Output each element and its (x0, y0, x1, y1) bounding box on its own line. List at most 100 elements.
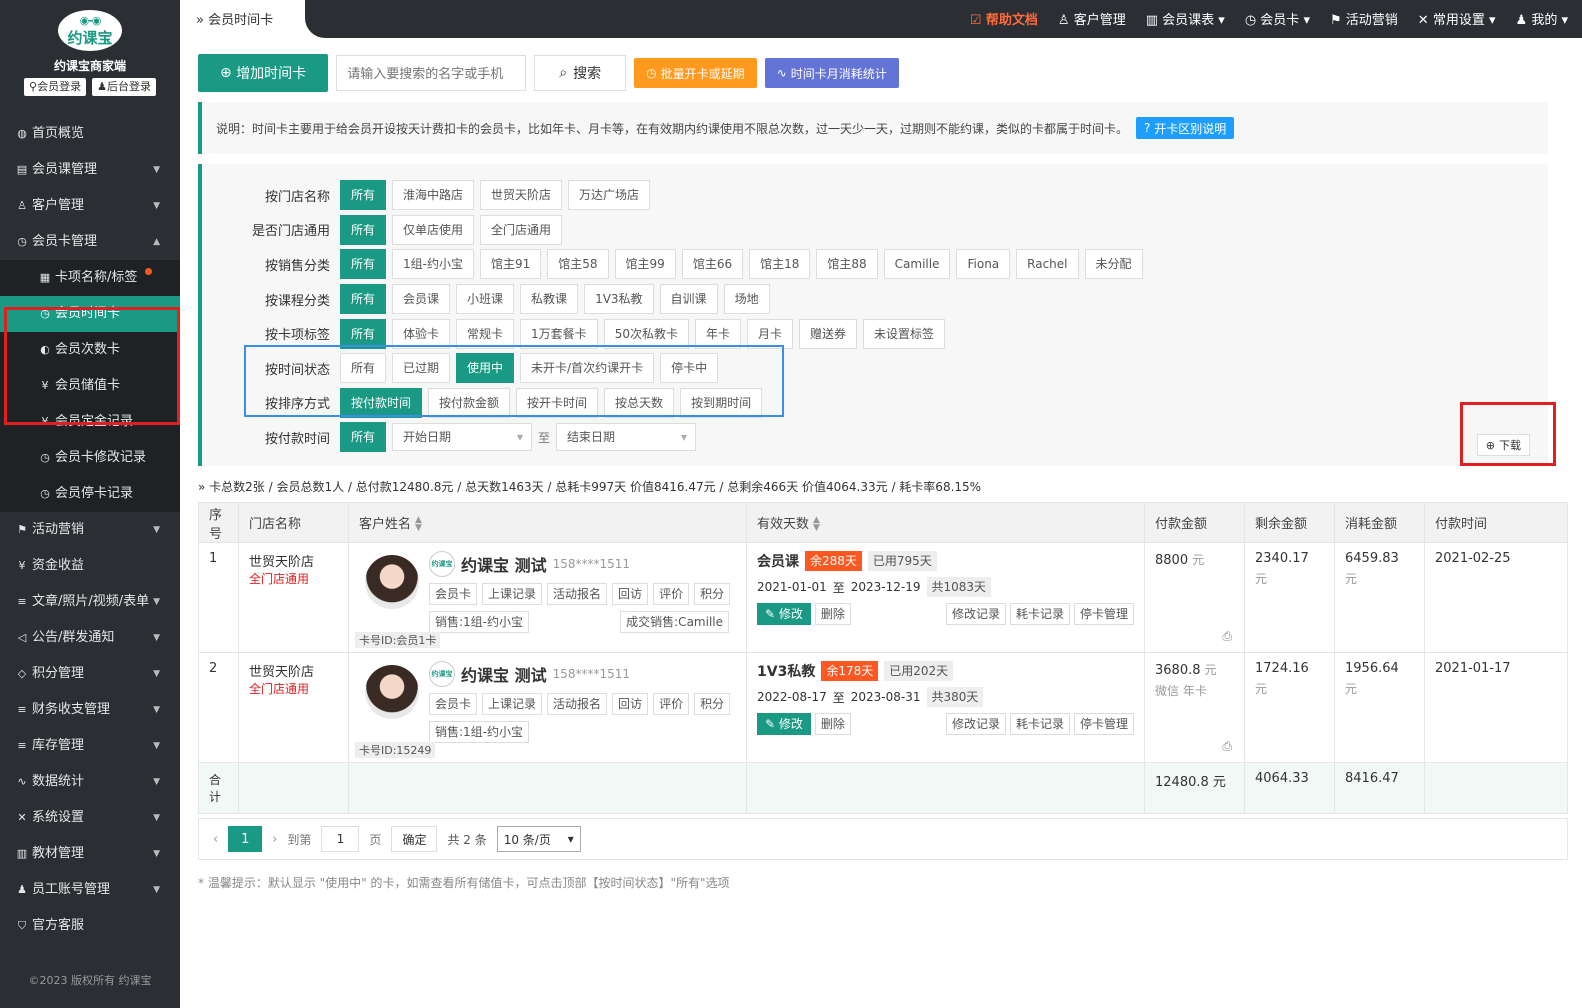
filter-chip[interactable]: 未分配 (1084, 249, 1143, 280)
sidebar-item-notices[interactable]: ◁ 公告/群发通知 ▼ (0, 620, 180, 656)
monthly-stats-button[interactable]: ∿ 时间卡月消耗统计 (764, 58, 899, 88)
sidebar-item-inventory[interactable]: ≡ 库存管理 ▼ (0, 728, 180, 764)
filter-chip[interactable]: 停卡中 (660, 353, 719, 384)
filter-chip[interactable]: 1V3私教 (584, 284, 654, 315)
sidebar-item-funds[interactable]: ¥ 资金收益 (0, 548, 180, 584)
end-date-select[interactable]: 结束日期 (556, 423, 697, 452)
filter-chip[interactable]: 赠送券 (799, 318, 858, 349)
add-time-card-button[interactable]: ⊕ 增加时间卡 (198, 54, 329, 92)
filter-chip[interactable]: 未开卡/首次约课开卡 (520, 353, 655, 384)
filter-chip[interactable]: 万达广场店 (568, 180, 651, 211)
filter-chip[interactable]: 淮海中路店 (392, 180, 475, 211)
sidebar-item-stats[interactable]: ∿ 数据统计 ▼ (0, 764, 180, 800)
member-login-button[interactable]: ⚲会员登录 (24, 78, 87, 96)
visit-link[interactable]: 回访 (612, 583, 649, 605)
filter-chip[interactable]: 会员课 (392, 284, 451, 315)
batch-open-button[interactable]: ◷ 批量开卡或延期 (634, 58, 757, 88)
member-card-link[interactable]: 会员卡 (429, 583, 478, 605)
class-record-link[interactable]: 上课记录 (482, 693, 543, 715)
filter-chip[interactable]: 按付款金额 (428, 387, 511, 418)
usage-log-button[interactable]: 耗卡记录 (1009, 603, 1070, 625)
top-settings[interactable]: ✕ 常用设置 ▾ (1418, 9, 1496, 28)
filter-chip[interactable]: 小班课 (456, 284, 515, 315)
filter-chip[interactable]: 馆主99 (614, 249, 676, 280)
top-schedule[interactable]: ▥ 会员课表 ▾ (1146, 9, 1225, 28)
filter-chip[interactable]: 馆主58 (547, 249, 609, 280)
sidebar-item-card-edits[interactable]: ◷ 会员卡修改记录 (0, 440, 180, 476)
col-customer[interactable]: 客户姓名 ▲ ▼ (348, 502, 747, 543)
sidebar-item-value-card[interactable]: ¥ 会员储值卡 (0, 368, 180, 404)
search-input[interactable] (336, 55, 527, 91)
sidebar-item-support[interactable]: ⛉ 官方客服 (0, 908, 180, 944)
sidebar-item-settings[interactable]: ✕ 系统设置 ▼ (0, 800, 180, 836)
customer-name[interactable]: 约课宝 测试 (461, 552, 547, 576)
points-link[interactable]: 积分 (694, 693, 731, 715)
sidebar-item-home[interactable]: ◍ 首页概览 (0, 116, 180, 152)
review-link[interactable]: 评价 (653, 693, 690, 715)
printer-icon[interactable]: ⎙ (1222, 629, 1232, 644)
top-me[interactable]: ♟ 我的 ▾ (1516, 9, 1568, 28)
filter-chip[interactable]: 50次私教卡 (603, 318, 689, 349)
filter-chip[interactable]: 按到期时间 (680, 387, 763, 418)
class-record-link[interactable]: 上课记录 (482, 583, 543, 605)
filter-chip[interactable]: 自训课 (659, 284, 718, 315)
filter-chip[interactable]: 所有 (340, 214, 387, 245)
member-card-link[interactable]: 会员卡 (429, 693, 478, 715)
filter-chip[interactable]: Camille (883, 249, 951, 280)
sidebar-item-cards[interactable]: ◷ 会员卡管理 ▲ (0, 224, 180, 260)
filter-chip[interactable]: 所有 (340, 249, 387, 280)
filter-chip[interactable]: 馆主88 (816, 249, 878, 280)
filter-chip[interactable]: 世贸天阶店 (480, 180, 563, 211)
current-page[interactable]: 1 (228, 826, 263, 852)
filter-chip[interactable]: 馆主91 (479, 249, 542, 280)
next-page-icon[interactable]: › (272, 832, 277, 847)
filter-chip[interactable]: 全门店通用 (480, 214, 563, 245)
admin-login-button[interactable]: ♟后台登录 (92, 78, 156, 96)
sidebar-item-card-stops[interactable]: ◷ 会员停卡记录 (0, 476, 180, 512)
sidebar-item-time-card[interactable]: ◷ 会员时间卡 (0, 296, 180, 332)
filter-chip[interactable]: 所有 (340, 422, 387, 453)
usage-log-button[interactable]: 耗卡记录 (1009, 713, 1070, 735)
filter-chip[interactable]: 1组-约小宝 (392, 249, 474, 280)
edit-button[interactable]: ✎ 修改 (757, 603, 811, 625)
edit-button[interactable]: ✎ 修改 (757, 713, 811, 735)
filter-chip[interactable]: 馆主66 (681, 249, 744, 280)
filter-chip[interactable]: 年卡 (694, 318, 741, 349)
filter-chip[interactable]: 所有 (340, 318, 387, 349)
top-cards[interactable]: ◷ 会员卡 ▾ (1245, 9, 1310, 28)
filter-chip[interactable]: 未设置标签 (863, 318, 946, 349)
sort-icon[interactable]: ▲ ▼ (813, 516, 820, 533)
filter-chip[interactable]: 仅单店使用 (392, 214, 475, 245)
avatar[interactable] (365, 665, 419, 719)
stop-card-button[interactable]: 停卡管理 (1073, 603, 1134, 625)
filter-chip[interactable]: 体验卡 (392, 318, 451, 349)
filter-chip[interactable]: 馆主18 (749, 249, 811, 280)
filter-chip[interactable]: Fiona (956, 249, 1011, 280)
edit-log-button[interactable]: 修改记录 (945, 713, 1006, 735)
customer-name[interactable]: 约课宝 测试 (461, 662, 547, 686)
filter-chip[interactable]: 私教课 (520, 284, 579, 315)
sidebar-item-deposit[interactable]: ¥ 会员定金记录 (0, 404, 180, 440)
start-date-select[interactable]: 开始日期 (392, 423, 533, 452)
filter-chip[interactable]: 场地 (723, 284, 770, 315)
filter-chip[interactable]: 已过期 (392, 353, 451, 384)
prev-page-icon[interactable]: ‹ (213, 832, 218, 847)
sidebar-item-marketing[interactable]: ⚑ 活动营销 ▼ (0, 512, 180, 548)
edit-log-button[interactable]: 修改记录 (945, 603, 1006, 625)
review-link[interactable]: 评价 (653, 583, 690, 605)
sidebar-item-finance[interactable]: ≡ 财务收支管理 ▼ (0, 692, 180, 728)
filter-chip[interactable]: Rachel (1016, 249, 1079, 280)
sidebar-item-course[interactable]: ▤ 会员课管理 ▼ (0, 152, 180, 188)
search-button[interactable]: ⌕ 搜索 (534, 55, 627, 91)
activity-link[interactable]: 活动报名 (547, 693, 608, 715)
activity-link[interactable]: 活动报名 (547, 583, 608, 605)
points-link[interactable]: 积分 (694, 583, 731, 605)
filter-chip[interactable]: 所有 (340, 353, 387, 384)
sidebar-item-staff[interactable]: ♟ 员工账号管理 ▼ (0, 872, 180, 908)
stop-card-button[interactable]: 停卡管理 (1073, 713, 1134, 735)
filter-chip[interactable]: 1万套餐卡 (520, 318, 598, 349)
page-size-select[interactable]: 10 条/页 ▾ (496, 826, 581, 852)
sidebar-item-materials[interactable]: ▥ 教材管理 ▼ (0, 836, 180, 872)
top-marketing[interactable]: ⚑ 活动营销 (1330, 9, 1398, 28)
sidebar-item-card-names[interactable]: ▦ 卡项名称/标签 (0, 260, 180, 296)
